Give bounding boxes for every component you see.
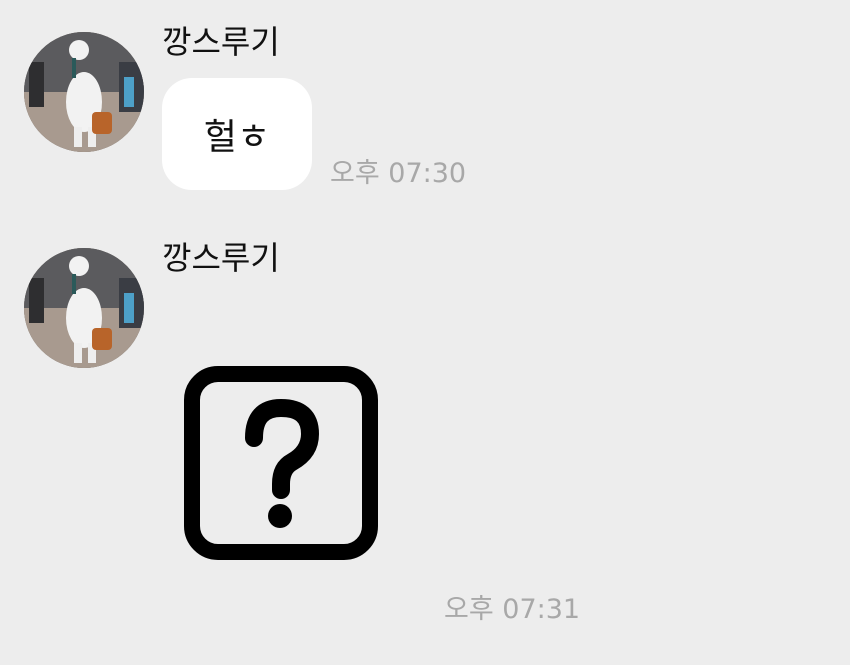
emoticon-message[interactable] [184, 366, 378, 560]
sender-name: 깡스루기 [162, 239, 280, 277]
chat-message: 깡스루기 헐ㅎ 오후 07:30 [0, 0, 850, 200]
message-timestamp: 오후 07:31 [444, 594, 581, 625]
question-mark-box-icon [184, 366, 378, 560]
message-timestamp: 오후 07:30 [330, 158, 467, 189]
sender-avatar[interactable] [24, 248, 144, 368]
chat-message: 깡스루기 오후 07:31 [0, 200, 850, 650]
avatar-photo-icon [24, 248, 144, 368]
message-bubble[interactable]: 헐ㅎ [162, 78, 312, 190]
sender-name: 깡스루기 [162, 23, 280, 61]
sender-avatar[interactable] [24, 32, 144, 152]
avatar-photo-icon [24, 32, 144, 152]
